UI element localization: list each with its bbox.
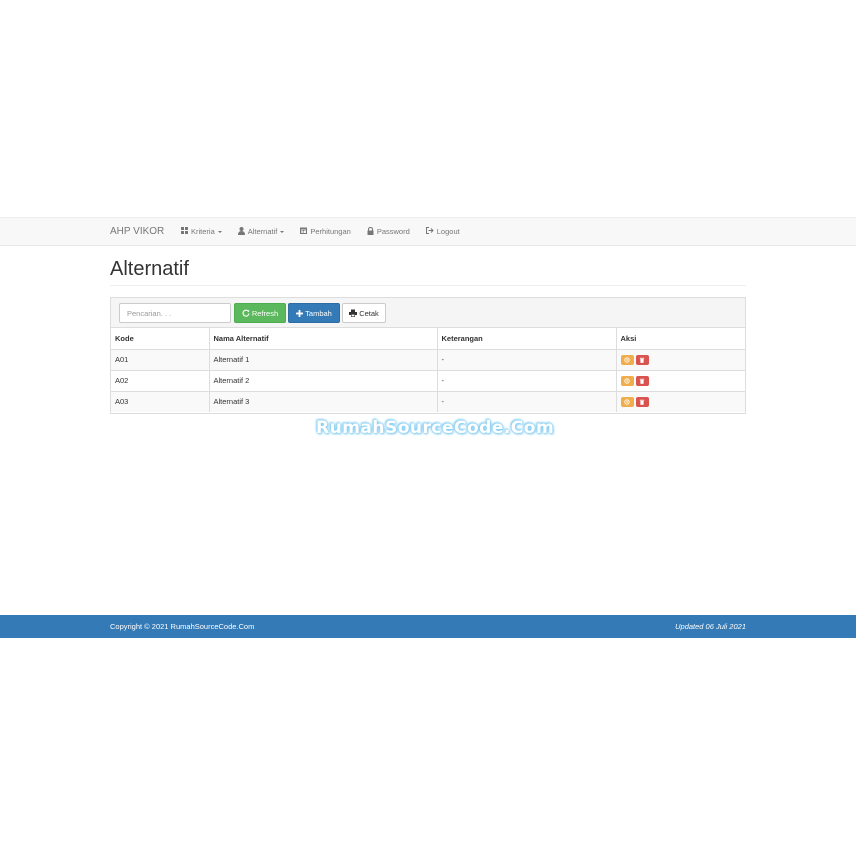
navbar: AHP VIKOR Kriteria Alternatif Perhitunga… <box>0 217 856 246</box>
logout-icon <box>425 227 434 236</box>
delete-button[interactable] <box>635 354 649 365</box>
edit-icon <box>624 399 630 405</box>
cell-keterangan: - <box>436 349 616 371</box>
nav-item-kriteria[interactable]: Kriteria <box>181 227 222 236</box>
navbar-brand[interactable]: AHP VIKOR <box>110 218 164 245</box>
table-row: A03 Alternatif 3 - <box>111 391 745 412</box>
calendar-icon <box>300 227 308 236</box>
table-row: A01 Alternatif 1 - <box>111 349 745 371</box>
cell-kode: A03 <box>115 397 129 407</box>
edit-button[interactable] <box>620 396 634 407</box>
trash-icon <box>639 378 645 384</box>
refresh-icon <box>242 309 250 317</box>
lock-icon <box>367 226 374 237</box>
nav-item-password[interactable]: Password <box>367 226 410 237</box>
nav-item-label: Kriteria <box>191 227 215 236</box>
nav-item-label: Perhitungan <box>310 227 351 236</box>
nav-item-perhitungan[interactable]: Perhitungan <box>300 227 351 236</box>
cell-kode: A02 <box>111 370 209 392</box>
panel-toolbar: Refresh Tambah Cetak <box>111 298 745 328</box>
refresh-button[interactable]: Refresh <box>234 303 286 323</box>
table-header-row: Kode Nama Alternatif Keterangan Aksi <box>111 328 745 350</box>
tambah-label: Tambah <box>305 308 332 318</box>
edit-button[interactable] <box>620 375 634 386</box>
navbar-menu: Kriteria Alternatif Perhitungan Password <box>181 218 476 245</box>
header-nama-alternatif[interactable]: Nama Alternatif <box>208 328 437 350</box>
cell-aksi <box>615 370 745 392</box>
header-kode[interactable]: Kode <box>111 328 209 350</box>
footer-updated: Updated 06 Juli 2021 <box>675 622 746 631</box>
print-icon <box>349 309 358 317</box>
delete-button[interactable] <box>635 375 649 386</box>
plus-icon <box>296 309 304 317</box>
edit-icon <box>624 377 630 384</box>
title-divider <box>110 285 746 286</box>
footer-copyright: Copyright © 2021 RumahSourceCode.Com <box>110 622 255 631</box>
trash-icon <box>639 399 645 405</box>
alternatif-table: Kode Nama Alternatif Keterangan Aksi A01… <box>111 328 745 412</box>
cell-nama: Alternatif 1 <box>208 349 437 371</box>
cell-aksi <box>615 349 745 371</box>
cell-nama: Alternatif 2 <box>208 370 437 392</box>
search-input[interactable] <box>119 303 231 323</box>
nav-item-alternatif[interactable]: Alternatif <box>237 226 285 237</box>
cell-keterangan: - <box>436 391 616 412</box>
delete-button[interactable] <box>635 396 649 407</box>
refresh-label: Refresh <box>251 308 279 318</box>
cell-aksi <box>615 391 745 412</box>
nav-item-label: Alternatif <box>247 227 278 236</box>
edit-icon <box>624 356 630 363</box>
alternatif-panel: Refresh Tambah Cetak Kode Nama Alternati… <box>110 297 746 414</box>
tambah-button[interactable]: Tambah <box>288 303 340 323</box>
page-title: Alternatif <box>110 258 189 280</box>
caret-down-icon <box>217 230 222 233</box>
nav-item-label: Password <box>376 227 410 236</box>
cell-kode: A01 <box>111 349 209 371</box>
cetak-label: Cetak <box>359 308 379 318</box>
header-aksi: Aksi <box>615 328 745 350</box>
cell-keterangan: - <box>436 370 616 392</box>
cell-nama: Alternatif 3 <box>208 391 437 412</box>
table-row: A02 Alternatif 2 - <box>111 370 745 392</box>
grid-icon <box>181 227 188 236</box>
nav-item-logout[interactable]: Logout <box>425 227 460 236</box>
header-keterangan[interactable]: Keterangan <box>436 328 616 350</box>
cetak-button[interactable]: Cetak <box>342 303 386 323</box>
nav-item-label: Logout <box>436 227 460 236</box>
watermark: RumahSourceCode.Com <box>316 418 555 438</box>
caret-down-icon <box>280 230 285 233</box>
footer: Copyright © 2021 RumahSourceCode.Com Upd… <box>0 615 856 638</box>
edit-button[interactable] <box>620 354 634 365</box>
user-icon <box>237 226 245 237</box>
trash-icon <box>639 357 645 363</box>
